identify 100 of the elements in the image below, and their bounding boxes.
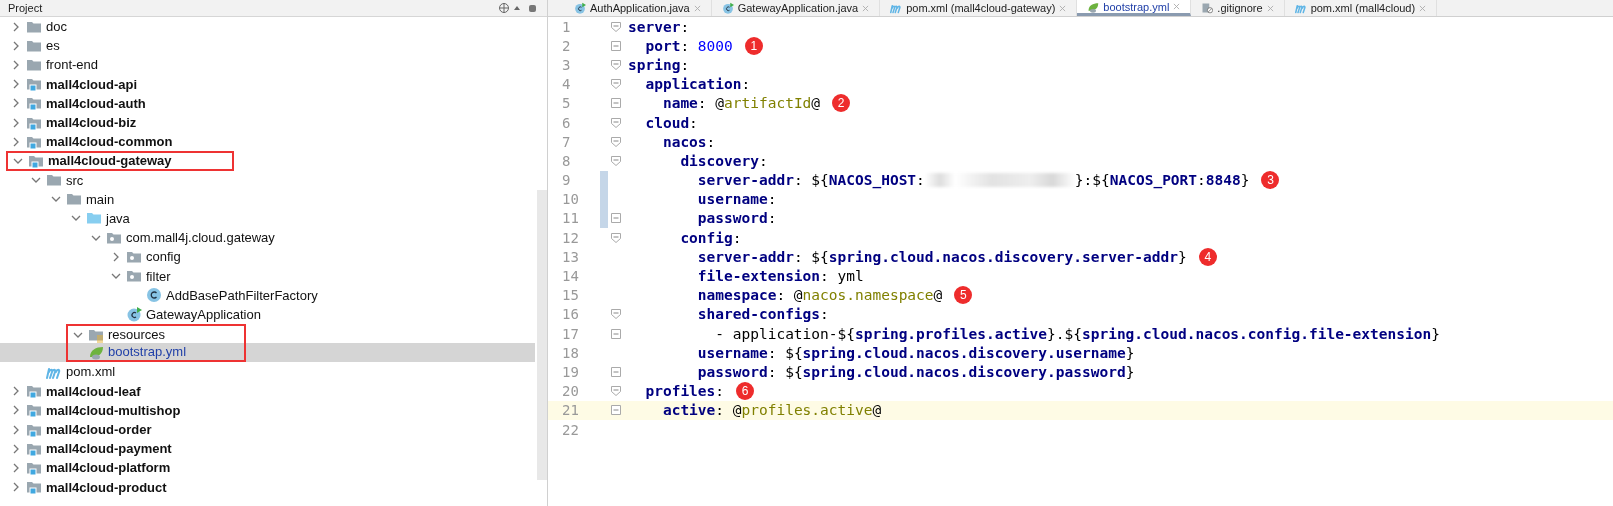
line-number: 13 — [561, 248, 580, 265]
tree-item[interactable]: front-end — [0, 55, 535, 75]
class-run-icon — [574, 2, 586, 14]
chevron-right-icon[interactable] — [11, 59, 21, 70]
item-label: mall4cloud-product — [46, 479, 167, 495]
code-line: server-addr: ${NACOS_HOST: }:${NACOS_PORT:8848} — [696, 172, 1250, 189]
fold-end-icon[interactable] — [610, 327, 622, 340]
fold-start-icon[interactable] — [610, 116, 622, 129]
item-label: mall4cloud-gateway — [48, 153, 172, 169]
folder-icon — [66, 191, 82, 208]
line-number: 11 — [561, 210, 580, 227]
fold-end-icon[interactable] — [610, 404, 622, 417]
leaf-icon — [1087, 0, 1100, 13]
chevron-right-icon[interactable] — [111, 251, 121, 262]
panel-toolbar-icons[interactable] — [499, 2, 539, 14]
tree-item[interactable]: mall4cloud-product — [0, 477, 535, 497]
fold-start-icon[interactable] — [610, 154, 622, 167]
item-label: doc — [46, 19, 67, 35]
file-icon — [890, 2, 903, 14]
package-folder-icon — [126, 268, 142, 285]
fold-start-icon[interactable] — [610, 308, 622, 321]
code-line: - application-${spring.profiles.active}.${spring.cloud.nacos.config.file-extension} — [714, 325, 1440, 342]
chevron-right-icon[interactable] — [11, 21, 21, 32]
number-badge: 2 — [832, 94, 851, 113]
tree-item[interactable]: mall4cloud-order — [0, 419, 535, 440]
panel-title[interactable]: Project — [8, 2, 43, 14]
item-label: mall4cloud-order — [46, 422, 152, 438]
module-folder-icon — [26, 402, 42, 419]
editor-tab[interactable]: AuthApplication.java — [564, 0, 712, 16]
editor-tab[interactable]: GatewayApplication.java — [711, 0, 881, 16]
number-badge: 4 — [1198, 247, 1217, 266]
tree-item[interactable]: doc — [0, 17, 535, 37]
chevron-right-icon[interactable] — [11, 386, 21, 397]
chevron-right-icon[interactable] — [11, 405, 21, 416]
chevron-right-icon[interactable] — [11, 79, 21, 90]
tree-item[interactable]: config — [0, 247, 535, 267]
code-line: config: — [679, 229, 742, 246]
fold-end-icon[interactable] — [610, 97, 622, 110]
tree-item[interactable]: java — [0, 208, 535, 229]
item-label: mall4cloud-biz — [46, 115, 137, 131]
line-number: 14 — [561, 268, 580, 285]
tree-item[interactable]: com.mall4j.cloud.gateway — [0, 228, 535, 248]
line-number: 7 — [561, 133, 572, 150]
editor-tab[interactable]: pom.xml (mall4cloud) — [1284, 0, 1438, 16]
tree-item[interactable]: mall4cloud-auth — [0, 93, 535, 113]
fold-start-icon[interactable] — [610, 78, 622, 91]
tree-item[interactable]: mall4cloud-common — [0, 132, 535, 152]
line-number: 4 — [561, 76, 572, 93]
code-line: active: @profiles.active@ — [661, 402, 882, 419]
tree-item[interactable]: mall4cloud-biz — [0, 112, 535, 133]
chevron-right-icon[interactable] — [11, 462, 21, 473]
module-folder-icon — [26, 76, 42, 93]
line-number: 12 — [561, 229, 580, 246]
chevron-right-icon[interactable] — [11, 98, 21, 109]
editor-tab[interactable]: .gitignore — [1191, 0, 1285, 16]
line-number: 17 — [561, 325, 580, 342]
tree-item[interactable]: mall4cloud-platform — [0, 458, 535, 478]
tree-item[interactable]: filter — [0, 266, 535, 286]
editor-tab[interactable]: bootstrap.yml — [1077, 0, 1192, 16]
tree-item[interactable]: mall4cloud-payment — [0, 439, 535, 459]
tree-item[interactable]: bootstrap.yml — [0, 343, 535, 363]
fold-start-icon[interactable] — [610, 231, 622, 244]
tree-item[interactable]: mall4cloud-multishop — [0, 400, 535, 420]
code-line: port: 8000 — [644, 37, 733, 54]
chevron-right-icon[interactable] — [11, 117, 21, 128]
item-label: mall4cloud-multishop — [46, 402, 181, 418]
chevron-right-icon[interactable] — [11, 424, 21, 435]
class-run-icon — [721, 2, 734, 14]
code-line: cloud: — [644, 114, 698, 131]
tree-item[interactable]: main — [0, 189, 535, 209]
source-folder-icon — [86, 210, 102, 227]
chevron-right-icon[interactable] — [11, 482, 21, 493]
chevron-right-icon[interactable] — [11, 40, 21, 51]
tree-item[interactable]: mall4cloud-api — [0, 74, 535, 94]
tree-item[interactable]: es — [0, 36, 535, 56]
tree-item[interactable]: mall4cloud-leaf — [0, 381, 535, 401]
tree-item[interactable]: GatewayApplication — [0, 304, 535, 324]
item-label: mall4cloud-payment — [46, 441, 172, 457]
tree-item[interactable]: src — [0, 170, 535, 190]
tree-item[interactable]: AddBasePathFilterFactory — [0, 285, 535, 305]
fold-end-icon[interactable] — [610, 212, 622, 225]
line-number: 3 — [561, 56, 572, 73]
tree-item[interactable]: pom.xml — [0, 362, 535, 382]
fold-end-icon[interactable] — [610, 39, 622, 52]
fold-end-icon[interactable] — [610, 365, 622, 378]
number-badge: 3 — [1261, 171, 1280, 190]
chevron-right-icon[interactable] — [11, 136, 21, 147]
fold-start-icon[interactable] — [610, 385, 622, 398]
scrollbar[interactable] — [537, 190, 547, 480]
line-number: 16 — [561, 306, 580, 323]
number-badge: 6 — [736, 382, 755, 401]
module-folder-icon — [26, 383, 42, 400]
ignored-file-icon — [1201, 2, 1214, 14]
fold-start-icon[interactable] — [610, 20, 622, 33]
tree-item[interactable]: mall4cloud-gateway — [0, 151, 535, 171]
chevron-right-icon[interactable] — [11, 443, 21, 454]
line-number: 9 — [561, 172, 572, 189]
fold-start-icon[interactable] — [610, 135, 622, 148]
fold-start-icon[interactable] — [610, 58, 622, 71]
code-line: spring: — [628, 56, 690, 73]
